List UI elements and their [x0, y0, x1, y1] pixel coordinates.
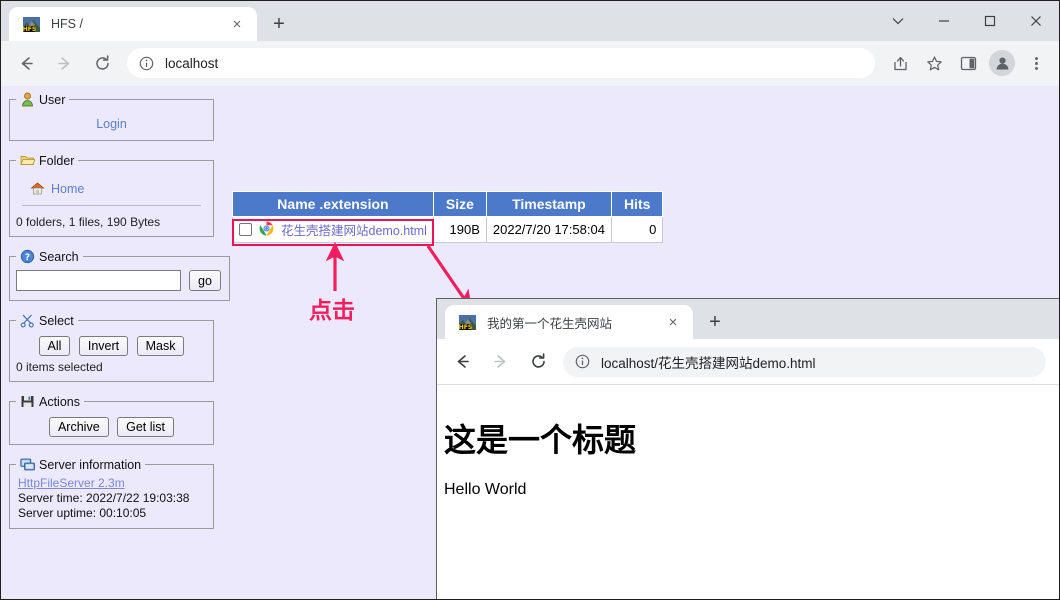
back-icon[interactable] [445, 345, 479, 379]
inner-browser-tab[interactable]: HFS 我的第一个花生壳网站 × [445, 305, 693, 339]
site-info-icon[interactable] [575, 354, 590, 369]
site-info-icon[interactable] [139, 56, 154, 71]
inner-navigation-toolbar: localhost/花生壳搭建网站demo.html [437, 339, 1059, 384]
minimize-icon[interactable] [921, 1, 967, 41]
inner-tab-close-icon[interactable]: × [663, 312, 683, 332]
forward-icon[interactable] [483, 345, 517, 379]
tab-strip: HFS HFS / × + [1, 1, 1059, 41]
svg-text:HFS: HFS [23, 26, 36, 33]
inner-new-tab-button[interactable]: + [701, 308, 729, 336]
inner-browser-window: HFS 我的第一个花生壳网站 × + [436, 298, 1059, 599]
navigation-toolbar: localhost [1, 41, 1059, 86]
page-paragraph: Hello World [444, 481, 1059, 499]
hfs-favicon-icon: HFS [23, 16, 40, 33]
maximize-icon[interactable] [967, 1, 1013, 41]
hfs-favicon-icon: HFS [459, 314, 476, 331]
inner-tab-title: 我的第一个花生壳网站 [487, 313, 663, 332]
back-icon[interactable] [9, 46, 43, 80]
address-bar[interactable]: localhost [127, 48, 875, 78]
three-dot-menu-icon[interactable] [1021, 48, 1051, 78]
reload-icon[interactable] [85, 46, 119, 80]
new-tab-button[interactable]: + [265, 10, 293, 38]
inner-address-bar-url: localhost/花生壳搭建网站demo.html [601, 352, 816, 372]
profile-avatar-icon[interactable] [989, 50, 1015, 76]
side-panel-icon[interactable] [953, 48, 983, 78]
star-icon[interactable] [919, 48, 949, 78]
toolbar-icons [883, 48, 1053, 78]
inner-tab-strip: HFS 我的第一个花生壳网站 × + [437, 299, 1059, 339]
page-viewport: User Login Folder Home [1, 86, 1059, 599]
forward-icon[interactable] [47, 46, 81, 80]
share-bookmark-group [883, 48, 951, 78]
inner-address-bar[interactable]: localhost/花生壳搭建网站demo.html [563, 347, 1046, 377]
close-icon[interactable] [1013, 1, 1059, 41]
page-heading: 这是一个标题 [444, 415, 1059, 461]
reload-icon[interactable] [521, 345, 555, 379]
share-icon[interactable] [885, 48, 915, 78]
browser-window: HFS HFS / × + [0, 0, 1060, 600]
tab-title: HFS / [51, 17, 227, 31]
tab-search-icon[interactable] [875, 1, 921, 41]
annotation-click-label: 点击 [309, 291, 355, 325]
inner-page-content: 这是一个标题 Hello World [437, 384, 1059, 599]
browser-tab-hfs[interactable]: HFS HFS / × [9, 7, 257, 41]
tab-close-icon[interactable]: × [227, 14, 247, 34]
window-controls [875, 1, 1059, 41]
svg-text:HFS: HFS [459, 324, 472, 331]
address-bar-url: localhost [165, 56, 218, 71]
